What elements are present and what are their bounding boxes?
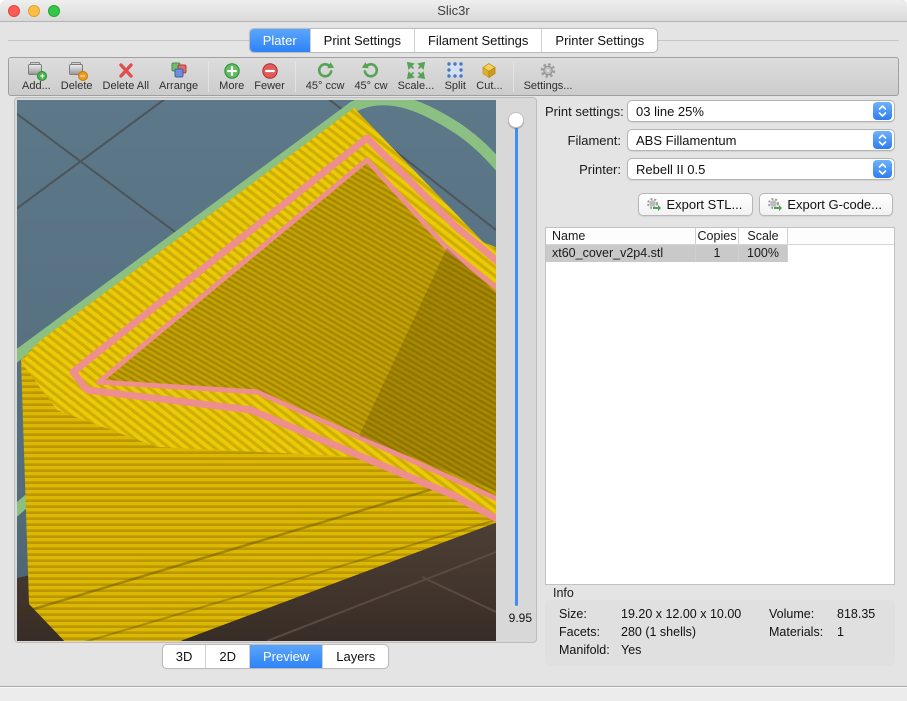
- column-header-name[interactable]: Name: [546, 228, 696, 244]
- table-row[interactable]: xt60_cover_v2p4.stl 1 100%: [546, 245, 894, 262]
- facets-label: Facets:: [559, 625, 621, 643]
- info-panel: Size: 19.20 x 12.00 x 10.00 Volume: 818.…: [545, 600, 895, 666]
- settings-icon: [538, 61, 558, 80]
- scale-icon: [406, 61, 426, 80]
- manifold-value: Yes: [621, 643, 769, 661]
- tab-printer-settings[interactable]: Printer Settings: [542, 29, 657, 52]
- tab-filament-settings[interactable]: Filament Settings: [415, 29, 542, 52]
- materials-value: 1: [837, 625, 895, 643]
- slic3r-window: Slic3r Plater Print Settings Filament Se…: [0, 0, 907, 701]
- settings-button[interactable]: Settings...: [519, 59, 578, 95]
- fewer-icon: [261, 61, 279, 80]
- view-tab-2d[interactable]: 2D: [206, 645, 250, 668]
- preview-panel: 9.95: [14, 97, 537, 643]
- layer-slider-column: 9.95: [496, 98, 536, 642]
- toolbar-separator: [295, 62, 296, 92]
- view-tab-layers[interactable]: Layers: [323, 645, 388, 668]
- split-button[interactable]: Split: [439, 59, 471, 95]
- arrange-icon: [169, 61, 189, 80]
- status-bar: [0, 687, 907, 701]
- printer-label: Printer:: [545, 162, 627, 177]
- chevron-up-down-icon: [873, 102, 892, 120]
- toolbar-separator: [208, 62, 209, 92]
- filament-label: Filament:: [545, 133, 627, 148]
- table-header-row: Name Copies Scale: [546, 228, 894, 245]
- print-settings-select[interactable]: 03 line 25%: [627, 100, 895, 122]
- main-tab-bar: Plater Print Settings Filament Settings …: [0, 28, 907, 53]
- objects-table: Name Copies Scale xt60_cover_v2p4.stl 1 …: [545, 227, 895, 585]
- object-copies-cell: 1: [696, 245, 739, 262]
- filament-select[interactable]: ABS Fillamentum: [627, 129, 895, 151]
- layer-slider-track[interactable]: [515, 128, 518, 606]
- view-mode-tabs: 3D 2D Preview Layers: [14, 644, 537, 669]
- arrange-button[interactable]: Arrange: [154, 59, 203, 95]
- export-gcode-icon: [767, 197, 782, 212]
- fewer-button[interactable]: Fewer: [249, 59, 290, 95]
- chevron-up-down-icon: [873, 160, 892, 178]
- add-icon: +: [26, 61, 46, 80]
- object-scale-cell: 100%: [739, 245, 788, 262]
- facets-value: 280 (1 shells): [621, 625, 769, 643]
- view-tab-preview[interactable]: Preview: [250, 645, 323, 668]
- delete-icon: −: [67, 61, 87, 80]
- export-stl-button[interactable]: Export STL...: [638, 193, 753, 216]
- rotate-cw-button[interactable]: 45° cw: [349, 59, 392, 95]
- tab-print-settings[interactable]: Print Settings: [311, 29, 415, 52]
- window-title: Slic3r: [0, 3, 907, 18]
- scale-button[interactable]: Scale...: [393, 59, 440, 95]
- more-icon: [223, 61, 241, 80]
- title-bar[interactable]: Slic3r: [0, 0, 907, 22]
- gcode-preview-canvas: [17, 100, 496, 641]
- materials-label: Materials:: [769, 625, 837, 643]
- cut-button[interactable]: Cut...: [471, 59, 507, 95]
- delete-all-button[interactable]: Delete All: [98, 59, 154, 95]
- delete-button[interactable]: − Delete: [56, 59, 98, 95]
- viewport-3d[interactable]: [17, 100, 496, 641]
- layer-height-value: 9.95: [496, 611, 532, 625]
- cut-icon: [479, 61, 499, 80]
- toolbar-separator: [513, 62, 514, 92]
- split-icon: [445, 61, 465, 80]
- more-button[interactable]: More: [214, 59, 249, 95]
- layer-slider-handle[interactable]: [508, 112, 524, 128]
- export-gcode-button[interactable]: Export G-code...: [759, 193, 893, 216]
- rotate-ccw-button[interactable]: 45° ccw: [301, 59, 350, 95]
- object-name-cell: xt60_cover_v2p4.stl: [546, 245, 696, 262]
- add-button[interactable]: + Add...: [17, 59, 56, 95]
- chevron-up-down-icon: [873, 131, 892, 149]
- settings-panel: Print settings: 03 line 25% Filament: AB…: [545, 100, 895, 670]
- export-stl-icon: [646, 197, 661, 212]
- manifold-label: Manifold:: [559, 643, 621, 661]
- tab-plater[interactable]: Plater: [250, 29, 311, 52]
- view-tab-3d[interactable]: 3D: [163, 645, 207, 668]
- column-header-scale[interactable]: Scale: [739, 228, 788, 244]
- column-header-copies[interactable]: Copies: [696, 228, 739, 244]
- plater-toolbar: + Add... − Delete Delete All: [8, 57, 899, 96]
- rotate-ccw-icon: [315, 61, 335, 80]
- size-value: 19.20 x 12.00 x 10.00: [621, 607, 769, 625]
- info-section-title: Info: [553, 586, 574, 600]
- printer-select[interactable]: Rebell II 0.5: [627, 158, 895, 180]
- volume-label: Volume:: [769, 607, 837, 625]
- delete-all-icon: [116, 61, 136, 80]
- print-settings-label: Print settings:: [545, 104, 627, 119]
- rotate-cw-icon: [361, 61, 381, 80]
- volume-value: 818.35: [837, 607, 895, 625]
- size-label: Size:: [559, 607, 621, 625]
